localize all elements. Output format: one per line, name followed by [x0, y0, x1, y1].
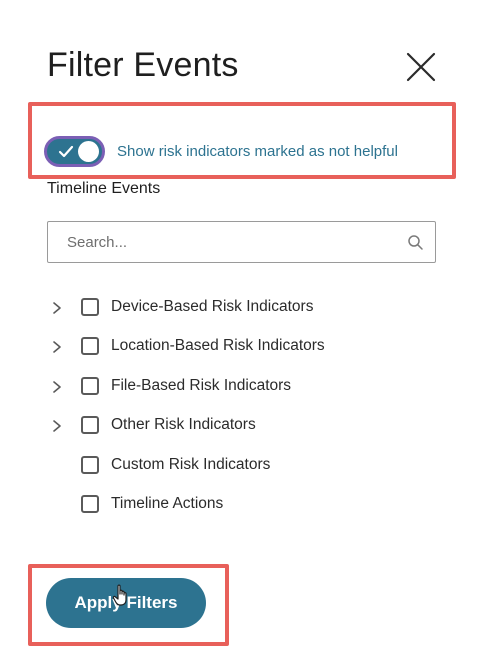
timeline-events-heading: Timeline Events — [47, 180, 161, 197]
chevron-right-icon[interactable] — [50, 340, 64, 354]
dialog-title: Filter Events — [47, 46, 239, 84]
chevron-right-icon[interactable] — [50, 419, 64, 433]
search-input[interactable] — [48, 222, 435, 262]
chevron-right-icon[interactable] — [50, 380, 64, 394]
not-helpful-toggle-row: Show risk indicators marked as not helpf… — [44, 136, 398, 167]
check-icon — [58, 145, 74, 158]
list-item-custom: Custom Risk Indicators — [50, 453, 430, 479]
list-item-file-based: File-Based Risk Indicators — [50, 374, 430, 400]
list-item-other: Other Risk Indicators — [50, 413, 430, 439]
search-box — [47, 221, 436, 263]
checkbox-device-based[interactable] — [81, 298, 99, 316]
toggle-knob — [78, 141, 99, 162]
search-icon[interactable] — [407, 234, 424, 251]
toggle-label[interactable]: Show risk indicators marked as not helpf… — [117, 143, 398, 160]
close-icon — [406, 52, 436, 82]
list-item-label: Timeline Actions — [111, 495, 224, 512]
checkbox-custom[interactable] — [81, 456, 99, 474]
checkbox-location-based[interactable] — [81, 337, 99, 355]
checkbox-file-based[interactable] — [81, 377, 99, 395]
list-item-label: Custom Risk Indicators — [111, 456, 271, 473]
list-item-location-based: Location-Based Risk Indicators — [50, 334, 430, 360]
list-item-timeline-actions: Timeline Actions — [50, 492, 430, 518]
checkbox-timeline-actions[interactable] — [81, 495, 99, 513]
chevron-right-icon[interactable] — [50, 301, 64, 315]
list-item-device-based: Device-Based Risk Indicators — [50, 295, 430, 321]
list-item-label: Location-Based Risk Indicators — [111, 337, 325, 354]
list-item-label: File-Based Risk Indicators — [111, 377, 292, 394]
close-button[interactable] — [404, 50, 438, 84]
list-item-label: Other Risk Indicators — [111, 416, 256, 433]
not-helpful-toggle[interactable] — [44, 136, 105, 167]
list-item-label: Device-Based Risk Indicators — [111, 298, 314, 315]
apply-filters-button[interactable]: Apply Filters — [46, 578, 206, 628]
checkbox-other[interactable] — [81, 416, 99, 434]
